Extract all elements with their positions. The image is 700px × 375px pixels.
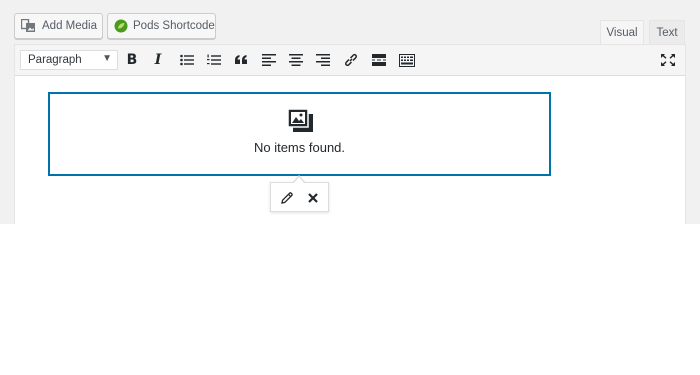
format-select-value: Paragraph bbox=[28, 54, 82, 66]
fullscreen-button[interactable] bbox=[658, 50, 678, 70]
bold-button[interactable]: B bbox=[122, 50, 142, 70]
tab-text[interactable]: Text bbox=[649, 20, 685, 44]
editor-box: Paragraph ▼ B I No items found. bbox=[14, 44, 686, 225]
format-select[interactable]: Paragraph ▼ bbox=[20, 50, 118, 70]
align-left-icon bbox=[262, 54, 276, 66]
fullscreen-icon bbox=[661, 54, 675, 66]
read-more-button[interactable] bbox=[369, 50, 389, 70]
media-icon bbox=[21, 19, 37, 33]
blockquote-icon bbox=[235, 55, 247, 64]
inline-toolbar bbox=[270, 175, 329, 212]
edit-button[interactable] bbox=[278, 189, 296, 207]
editor-wrap: Add Media Pods Shortcode Visual Text Par… bbox=[0, 0, 700, 225]
italic-icon: I bbox=[154, 52, 162, 68]
add-media-button[interactable]: Add Media bbox=[14, 13, 103, 39]
pencil-icon bbox=[281, 192, 293, 204]
gallery-message: No items found. bbox=[253, 140, 346, 155]
bullet-list-icon bbox=[180, 54, 194, 66]
editor-toolbar: Paragraph ▼ B I bbox=[15, 45, 685, 76]
pods-logo-icon bbox=[114, 19, 128, 33]
bold-icon: B bbox=[126, 52, 138, 68]
editor-content[interactable]: No items found. bbox=[15, 77, 685, 225]
chevron-down-icon: ▼ bbox=[102, 53, 112, 64]
align-left-button[interactable] bbox=[259, 50, 279, 70]
numbered-list-button[interactable] bbox=[204, 50, 224, 70]
align-right-icon bbox=[316, 54, 330, 66]
insert-link-button[interactable] bbox=[341, 50, 361, 70]
pods-shortcode-label: Pods Shortcode bbox=[133, 20, 215, 32]
close-icon bbox=[308, 193, 318, 203]
bullet-list-button[interactable] bbox=[177, 50, 197, 70]
link-icon bbox=[345, 53, 357, 67]
toolbar-toggle-button[interactable] bbox=[397, 50, 417, 70]
align-center-icon bbox=[289, 54, 303, 66]
gallery-block[interactable]: No items found. bbox=[48, 92, 551, 176]
blockquote-button[interactable] bbox=[231, 50, 251, 70]
remove-button[interactable] bbox=[304, 189, 322, 207]
italic-button[interactable]: I bbox=[148, 50, 168, 70]
numbered-list-icon bbox=[207, 54, 221, 65]
gallery-icon bbox=[287, 108, 314, 138]
add-media-label: Add Media bbox=[42, 20, 97, 32]
read-more-icon bbox=[372, 54, 386, 66]
align-center-button[interactable] bbox=[286, 50, 306, 70]
pods-shortcode-button[interactable]: Pods Shortcode bbox=[107, 13, 216, 39]
keyboard-icon bbox=[399, 53, 415, 67]
tab-visual[interactable]: Visual bbox=[600, 20, 644, 45]
align-right-button[interactable] bbox=[313, 50, 333, 70]
